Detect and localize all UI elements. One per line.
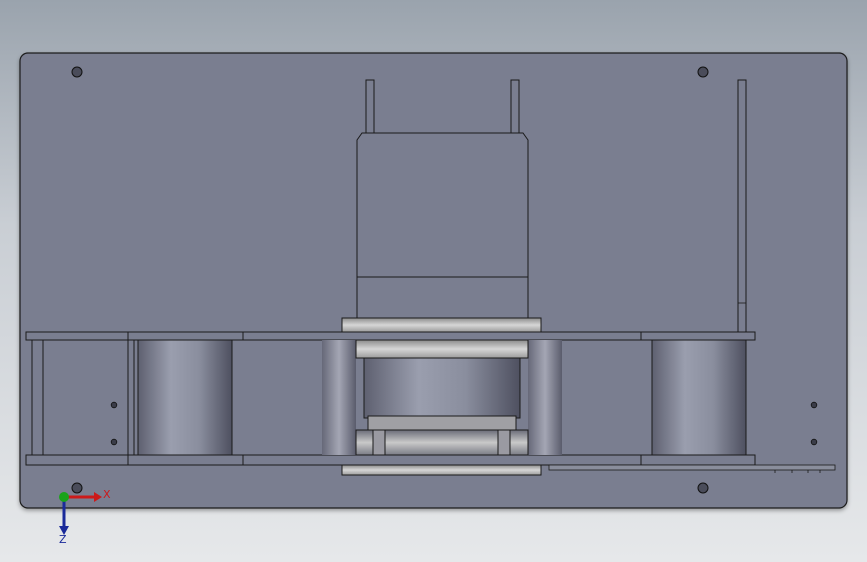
small-hole [810, 401, 818, 409]
drum-body [363, 357, 521, 419]
drum-bottom-flange [341, 464, 542, 476]
mounting-hole [71, 66, 83, 78]
mounting-hole [71, 482, 83, 494]
center-post-right [528, 340, 562, 455]
right-roller[interactable] [651, 339, 747, 456]
z-axis-label: Z [59, 533, 67, 546]
center-post-left [322, 340, 356, 455]
mounting-hole [697, 482, 709, 494]
motor-pin-right [510, 79, 520, 135]
left-roller[interactable] [137, 339, 233, 456]
drum-upper-ring [355, 339, 529, 359]
drum-foot-left [372, 429, 386, 456]
x-axis-label: X [103, 488, 111, 501]
cad-model-view[interactable]: X Z [0, 0, 867, 562]
left-post-outer [31, 339, 44, 456]
y-axis-dot-icon [59, 492, 69, 502]
motor-pin-left [365, 79, 375, 135]
small-hole [110, 401, 118, 409]
drum-base-plate [367, 415, 517, 431]
central-drum[interactable] [341, 317, 542, 476]
drum-foot-right [497, 429, 511, 456]
small-hole [110, 438, 118, 446]
top-rail [25, 331, 756, 341]
bottom-rail [25, 454, 756, 466]
mounting-hole [697, 66, 709, 78]
coordinate-triad: X Z [59, 488, 111, 546]
graphics-viewport[interactable]: X Z [0, 0, 867, 562]
vertical-rod[interactable] [737, 79, 747, 333]
side-plate-body [548, 464, 836, 471]
small-hole [810, 438, 818, 446]
left-post-inner [127, 339, 135, 456]
motor-body [356, 132, 529, 321]
drum-top-flange [341, 317, 542, 333]
